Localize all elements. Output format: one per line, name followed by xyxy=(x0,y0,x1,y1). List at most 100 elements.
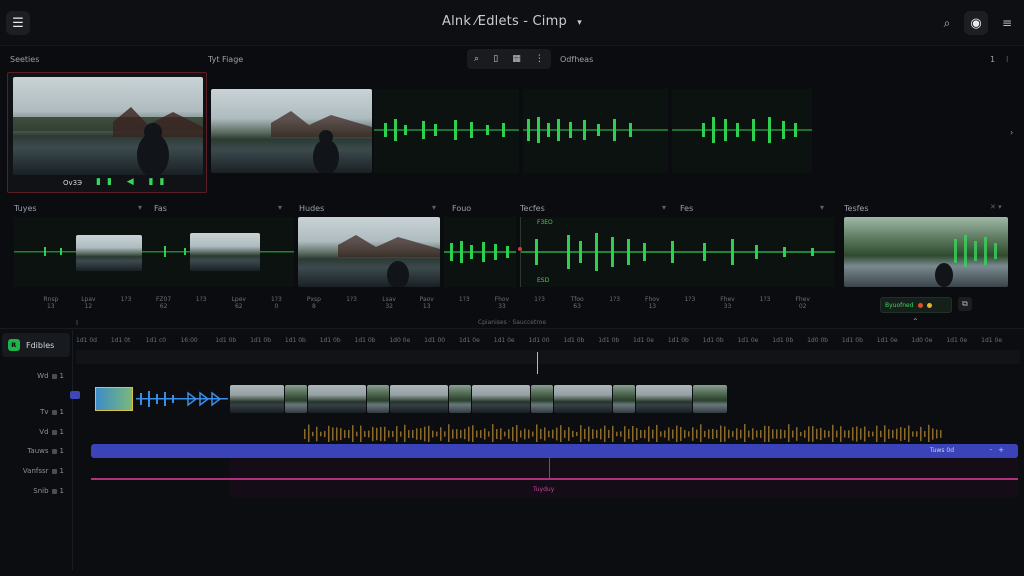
stat-item: 1?3 xyxy=(596,296,634,310)
panel-chevron-2[interactable]: ▾ xyxy=(278,203,282,212)
ruler-subtrack xyxy=(76,350,1020,364)
stat-value: 0 xyxy=(274,303,279,310)
panel-chevron-1[interactable]: ▾ xyxy=(138,203,142,212)
video-clip[interactable] xyxy=(449,385,471,413)
filter-waveform-5[interactable]: F3EO ESD xyxy=(518,217,835,287)
ruler-tick-label: 1d1 00 xyxy=(424,337,446,344)
grid-icon[interactable]: ▦ xyxy=(512,54,521,64)
stat-label: Lsav xyxy=(382,296,396,303)
video-clip[interactable] xyxy=(636,385,692,413)
video-clip-title[interactable] xyxy=(95,387,133,411)
track-toggle-icon[interactable] xyxy=(51,373,57,379)
stat-label: Lpav xyxy=(81,296,96,303)
audio-track-waveform[interactable] xyxy=(304,414,952,444)
video-clip[interactable] xyxy=(613,385,635,413)
track-header[interactable]: Snib 1 xyxy=(33,487,64,495)
audio-waveform-3[interactable] xyxy=(672,89,812,173)
panel-header-7: Tesfes xyxy=(844,204,869,213)
ruler-tick-label: 1d1 00 xyxy=(528,337,550,344)
audio-waveform-1[interactable] xyxy=(374,89,519,173)
stat-value: 8 xyxy=(312,303,316,310)
stat-value: 33 xyxy=(723,303,732,310)
video-clip[interactable] xyxy=(472,385,530,413)
video-clip[interactable] xyxy=(285,385,307,413)
stats-row: Rnsp 13 Lpav 12 1?3 FZ07 62 1?3 Lpev 62 1?3 0 Pxsp 8 1… xyxy=(32,296,822,310)
stat-label: 1?3 xyxy=(684,296,696,303)
stat-value: 12 xyxy=(84,303,93,310)
video-clip[interactable] xyxy=(531,385,553,413)
profile-icon[interactable]: ◉ xyxy=(964,11,988,35)
playhead[interactable] xyxy=(537,352,538,374)
preview-toolbar: ⌕ ▯ ▦ ⋮ xyxy=(467,49,551,69)
ruler-tick-label: 1d1 0d xyxy=(76,337,97,344)
stat-item: Fhev 02 xyxy=(784,296,822,310)
crop-icon[interactable]: ▯ xyxy=(493,54,498,64)
filter-waveform-4[interactable] xyxy=(444,217,516,287)
more-icon[interactable]: ≡ xyxy=(998,14,1016,32)
blue-bar-minus[interactable]: - xyxy=(989,446,992,454)
search-icon[interactable]: ⌕ xyxy=(938,14,956,32)
panel-chevron-6[interactable]: ▾ xyxy=(820,203,824,212)
more-vertical-icon[interactable]: ⋮ xyxy=(535,54,544,64)
panel-options-icon[interactable]: ⁝ xyxy=(1006,55,1009,64)
stat-item: Lpav 12 xyxy=(70,296,108,310)
video-clip[interactable] xyxy=(554,385,612,413)
blue-bar-plus[interactable]: + xyxy=(998,446,1004,454)
stat-item: Fhov 33 xyxy=(483,296,521,310)
panel-chevron-3[interactable]: ▾ xyxy=(432,203,436,212)
ruler-tick-label: 1d1 0e xyxy=(876,337,898,344)
stat-item: 1?3 xyxy=(107,296,145,310)
track-toggle-icon[interactable] xyxy=(51,448,57,454)
track-number: 1 xyxy=(59,467,64,475)
stat-label: 1?3 xyxy=(120,296,132,303)
clip-status-icons: ▮▮ ◀ ▮▮ xyxy=(96,177,171,187)
ruler-tick-label: 1d1 0e xyxy=(633,337,654,344)
ruler-tick-label: 1d0 0b xyxy=(807,337,829,344)
collapse-icon[interactable]: ⌃ xyxy=(912,317,919,326)
video-clip[interactable] xyxy=(230,385,284,413)
ruler-tick-label: 1d1 0e xyxy=(946,337,968,344)
export-icon[interactable]: ⧉ xyxy=(958,297,972,311)
filter-thumb-3[interactable] xyxy=(298,217,440,287)
track-toggle-icon[interactable] xyxy=(51,488,57,494)
track-selector[interactable] xyxy=(70,391,80,399)
playhead-marker xyxy=(518,247,522,251)
track-name: Snib xyxy=(33,487,49,495)
panel-header-3: Hudes xyxy=(299,204,325,213)
track-toggle-icon[interactable] xyxy=(51,409,57,415)
video-clip[interactable] xyxy=(367,385,389,413)
scroll-right-icon[interactable]: › xyxy=(1010,128,1013,137)
magenta-marker xyxy=(549,458,550,478)
track-toggle-icon[interactable] xyxy=(51,468,57,474)
track-number: 1 xyxy=(59,428,64,436)
time-ruler[interactable]: 1d1 0d 1d1 0t 1d1 c0 16:00 1d1 0b 1d1 0b 1d1 0… xyxy=(76,337,1016,349)
track-header[interactable]: Wd 1 xyxy=(37,372,64,380)
panel-close-icon[interactable]: ✕ ▾ xyxy=(990,203,1002,211)
ruler-tick-label: 1d1 0b xyxy=(354,337,376,344)
blue-audio-clip[interactable] xyxy=(136,388,228,410)
stat-label: 1?3 xyxy=(759,296,771,303)
video-clip[interactable] xyxy=(390,385,448,413)
magenta-line[interactable] xyxy=(91,478,1018,480)
track-number: 1 xyxy=(59,447,64,455)
video-clip[interactable] xyxy=(693,385,727,413)
audio-waveform-2[interactable] xyxy=(523,89,668,173)
filter-thumb-7[interactable] xyxy=(844,217,1008,287)
track-header[interactable]: Tv 1 xyxy=(40,408,64,416)
action-chip[interactable]: Byuofned xyxy=(880,297,952,313)
source-thumbnail-2[interactable] xyxy=(211,89,372,173)
status-dot-yellow xyxy=(926,302,932,308)
video-clip[interactable] xyxy=(308,385,366,413)
track-header[interactable]: Vd 1 xyxy=(39,428,64,436)
panel-header-5: Tecfes xyxy=(520,204,545,213)
zoom-icon[interactable]: ⌕ xyxy=(474,54,479,64)
track-toggle-icon[interactable] xyxy=(51,429,57,435)
ruler-tick-label: 1d1 0b xyxy=(841,337,863,344)
track-header[interactable]: Tauws 1 xyxy=(27,447,64,455)
panel-chevron-5[interactable]: ▾ xyxy=(662,203,666,212)
blue-effect-bar[interactable]: Tuws 0d - + xyxy=(91,444,1018,458)
stat-label: Lpev xyxy=(231,296,246,303)
track-header[interactable]: Vanfssr 1 xyxy=(23,467,64,475)
chevron-down-icon[interactable]: ▾ xyxy=(577,18,582,28)
ruler-tick-label: 1d1 0b xyxy=(702,337,724,344)
